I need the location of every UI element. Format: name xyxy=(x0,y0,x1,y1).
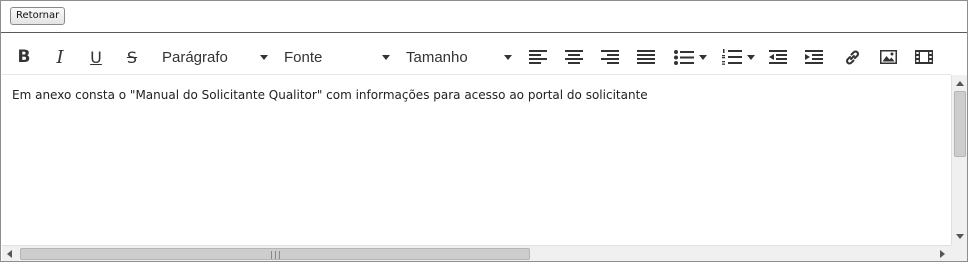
strikethrough-icon: S xyxy=(126,47,138,67)
bullet-list-icon xyxy=(673,49,694,65)
paragraph-dropdown[interactable]: Parágrafo xyxy=(162,46,268,68)
scroll-up-arrow-icon[interactable] xyxy=(956,81,964,86)
chevron-down-icon xyxy=(746,54,755,60)
rich-text-editor: B I U S Parágrafo Fonte Tamanho Em anexo… xyxy=(2,34,951,245)
numbered-list-button[interactable] xyxy=(718,44,758,70)
paragraph-dropdown-label: Parágrafo xyxy=(162,48,228,66)
image-icon xyxy=(879,50,897,64)
horizontal-scroll-thumb[interactable]: ||| xyxy=(20,248,530,260)
strikethrough-button[interactable]: S xyxy=(118,44,146,70)
bold-button[interactable]: B xyxy=(10,44,38,70)
scroll-down-arrow-icon[interactable] xyxy=(956,234,964,239)
top-bar: Retornar xyxy=(1,1,967,33)
editor-toolbar: B I U S Parágrafo Fonte Tamanho xyxy=(2,34,951,75)
indent-button[interactable] xyxy=(800,44,828,70)
underline-icon: U xyxy=(90,47,102,67)
return-button[interactable]: Retornar xyxy=(10,7,66,25)
align-left-icon xyxy=(529,50,547,64)
italic-button[interactable]: I xyxy=(46,44,74,70)
insert-video-button[interactable] xyxy=(910,44,938,70)
outdent-button[interactable] xyxy=(764,44,792,70)
scroll-right-arrow-icon[interactable] xyxy=(940,250,945,258)
align-center-button[interactable] xyxy=(560,44,588,70)
chevron-down-icon xyxy=(260,54,268,60)
scroll-grip: ||| xyxy=(269,249,281,259)
numbered-list-icon xyxy=(721,49,742,65)
scrollbar-corner xyxy=(951,245,967,261)
align-justify-icon xyxy=(637,50,655,64)
chevron-down-icon xyxy=(504,54,512,60)
video-icon xyxy=(915,50,933,64)
vertical-scrollbar[interactable] xyxy=(951,75,967,245)
editor-content[interactable]: Em anexo consta o "Manual do Solicitante… xyxy=(12,87,942,103)
underline-button[interactable]: U xyxy=(82,44,110,70)
font-dropdown[interactable]: Fonte xyxy=(284,46,390,68)
align-right-button[interactable] xyxy=(596,44,624,70)
chevron-down-icon xyxy=(698,54,707,60)
size-dropdown[interactable]: Tamanho xyxy=(406,46,512,68)
horizontal-scrollbar[interactable]: ||| xyxy=(2,245,951,261)
italic-icon: I xyxy=(56,46,64,68)
align-justify-button[interactable] xyxy=(632,44,660,70)
align-center-icon xyxy=(565,50,583,64)
align-left-button[interactable] xyxy=(524,44,552,70)
vertical-scroll-thumb[interactable] xyxy=(954,91,966,157)
align-right-icon xyxy=(601,50,619,64)
editor-window: Retornar B I U S Parágrafo Fonte Tamanho… xyxy=(0,0,968,262)
size-dropdown-label: Tamanho xyxy=(406,48,468,66)
insert-link-button[interactable] xyxy=(838,44,866,70)
chevron-down-icon xyxy=(382,54,390,60)
link-icon xyxy=(845,50,859,64)
indent-icon xyxy=(805,50,823,64)
bold-icon: B xyxy=(17,47,31,67)
bullet-list-button[interactable] xyxy=(670,44,710,70)
outdent-icon xyxy=(769,50,787,64)
scroll-left-arrow-icon[interactable] xyxy=(7,250,12,258)
insert-image-button[interactable] xyxy=(874,44,902,70)
font-dropdown-label: Fonte xyxy=(284,48,323,66)
